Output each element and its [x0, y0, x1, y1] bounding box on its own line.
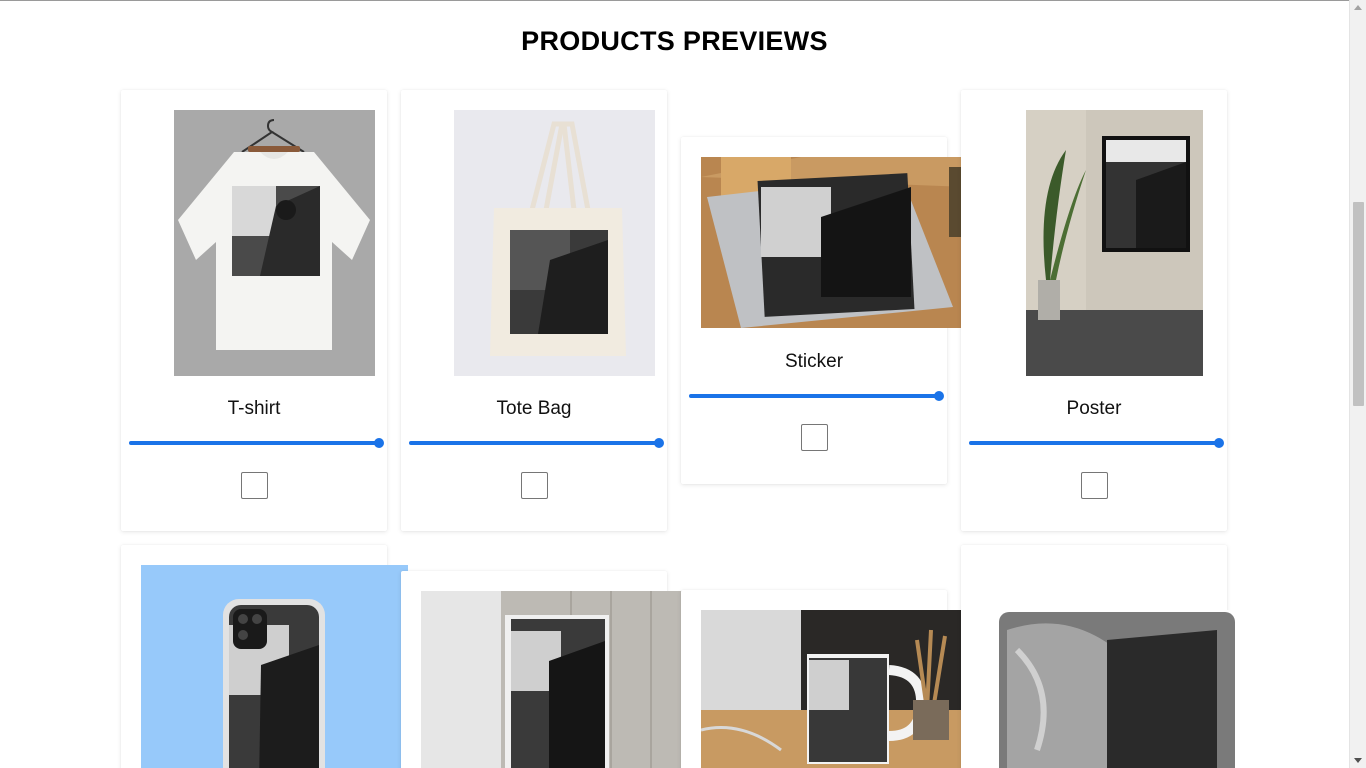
product-label: T-shirt: [227, 398, 281, 419]
scroll-up-icon[interactable]: [1354, 5, 1362, 10]
slider-thumb[interactable]: [374, 438, 384, 448]
select-checkbox[interactable]: [801, 424, 828, 451]
product-label: Sticker: [784, 351, 844, 372]
slider-thumb[interactable]: [1214, 438, 1224, 448]
product-card-tote-bag: Tote Bag: [401, 90, 667, 531]
size-slider[interactable]: [969, 437, 1224, 449]
product-card-phone-case: [121, 545, 408, 768]
product-card-poster: Poster: [961, 90, 1227, 531]
size-slider[interactable]: [409, 437, 664, 449]
slider-thumb[interactable]: [934, 391, 944, 401]
scroll-down-icon[interactable]: [1354, 758, 1362, 763]
phone-case-image: [141, 565, 408, 768]
mousepad-image: [997, 610, 1237, 768]
size-slider[interactable]: [129, 437, 384, 449]
product-card-mug: [681, 590, 968, 768]
mug-image: [701, 610, 968, 768]
poster-image: [1026, 110, 1203, 376]
sticker-image: [701, 157, 968, 328]
select-checkbox[interactable]: [521, 472, 548, 499]
tote-bag-image: [454, 110, 655, 376]
product-card-journal: [401, 571, 688, 768]
page-scrollbar[interactable]: [1349, 0, 1366, 768]
product-label: Poster: [1066, 398, 1122, 419]
top-divider: [0, 0, 1349, 1]
page-title: PRODUCTS PREVIEWS: [521, 26, 828, 56]
tshirt-image: [174, 110, 375, 376]
journal-image: [421, 591, 688, 768]
product-card-tshirt: T-shirt: [121, 90, 387, 531]
scroll-thumb[interactable]: [1353, 202, 1364, 406]
slider-thumb[interactable]: [654, 438, 664, 448]
select-checkbox[interactable]: [241, 472, 268, 499]
select-checkbox[interactable]: [1081, 472, 1108, 499]
product-label: Tote Bag: [496, 398, 572, 419]
size-slider[interactable]: [689, 390, 944, 402]
product-card-sticker: Sticker: [681, 137, 968, 484]
product-card-mousepad: [961, 545, 1237, 768]
